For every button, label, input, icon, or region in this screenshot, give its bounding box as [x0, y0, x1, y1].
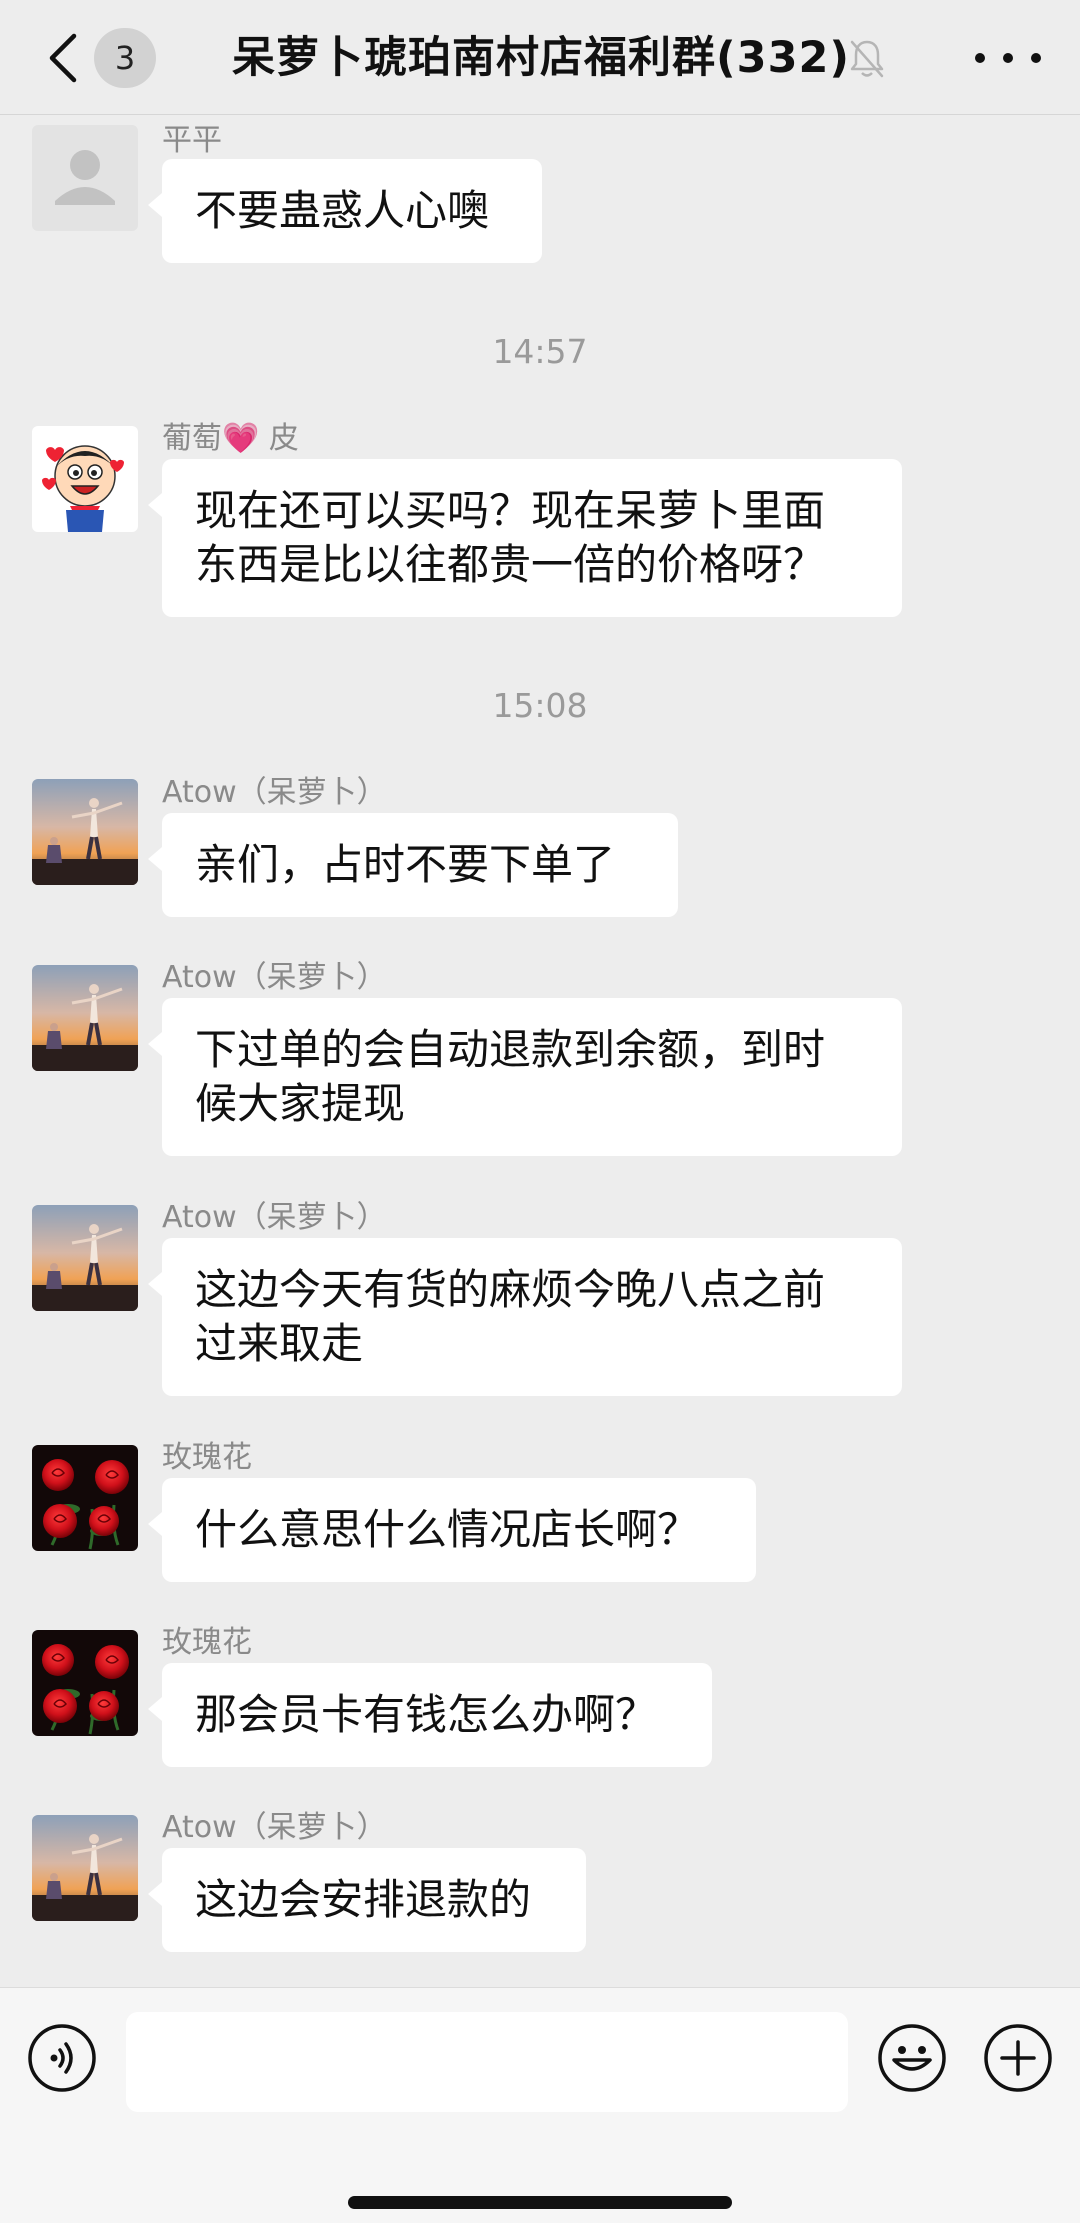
red-roses-photo — [32, 1630, 138, 1736]
more-options-icon[interactable] — [966, 40, 1050, 76]
sender-name: Atow（呆萝卜） — [162, 1810, 387, 1845]
avatar[interactable] — [32, 965, 138, 1071]
sunset-child-photo — [32, 779, 138, 885]
chat-message-list[interactable]: 平平 不要蛊惑人心噢 14:57 葡萄💗 皮 现在还可以买吗？现在呆萝卜里面 东… — [0, 115, 1080, 1985]
heart-emoji: 💗 — [222, 421, 260, 456]
sender-name: 平平 — [162, 123, 222, 158]
message-bubble[interactable]: 下过单的会自动退款到余额，到时 候大家提现 — [148, 998, 902, 1156]
message-bubble[interactable]: 那会员卡有钱怎么办啊？ — [148, 1663, 712, 1767]
emoji-icon[interactable] — [876, 2022, 948, 2094]
sunset-child-photo — [32, 1205, 138, 1311]
sender-name: Atow（呆萝卜） — [162, 1200, 387, 1235]
sender-name: Atow（呆萝卜） — [162, 775, 387, 810]
message-text: 什么意思什么情况店长啊？ — [195, 1505, 700, 1554]
plus-icon[interactable] — [982, 2022, 1054, 2094]
message-text: 不要蛊惑人心噢 — [195, 186, 490, 235]
back-arrow-icon[interactable] — [44, 30, 84, 86]
avatar[interactable] — [32, 125, 138, 231]
timestamp: 15:08 — [492, 686, 588, 725]
sunset-child-photo — [32, 1815, 138, 1921]
avatar[interactable] — [32, 1205, 138, 1311]
message-bubble[interactable]: 什么意思什么情况店长啊？ — [148, 1478, 756, 1582]
message-bubble[interactable]: 现在还可以买吗？现在呆萝卜里面 东西是比以往都贵一倍的价格呀？ — [148, 459, 902, 617]
avatar[interactable] — [32, 1630, 138, 1736]
avatar[interactable] — [32, 426, 138, 532]
home-indicator — [348, 2196, 732, 2209]
chat-header: 3 呆萝卜琥珀南村店福利群(332) — [0, 0, 1080, 115]
default-person-icon — [32, 125, 138, 231]
message-text: 这边会安排退款的 — [195, 1875, 532, 1924]
message-text: 亲们，占时不要下单了 — [195, 840, 616, 889]
mute-bell-icon — [850, 40, 884, 78]
avatar[interactable] — [32, 1815, 138, 1921]
message-text-line: 这边今天有货的麻烦今晚八点之前 — [195, 1265, 826, 1314]
group-chat-title: 呆萝卜琥珀南村店福利群(332) — [232, 33, 851, 83]
voice-icon[interactable] — [26, 2022, 98, 2094]
message-text-line: 东西是比以往都贵一倍的价格呀？ — [195, 540, 826, 589]
unread-count-badge[interactable]: 3 — [94, 28, 156, 88]
sender-name: 葡萄💗 皮 — [162, 421, 299, 456]
red-roses-photo — [32, 1445, 138, 1551]
message-bubble[interactable]: 亲们，占时不要下单了 — [148, 813, 678, 917]
avatar[interactable] — [32, 1445, 138, 1551]
message-input[interactable] — [126, 2012, 848, 2112]
message-bubble[interactable]: 这边今天有货的麻烦今晚八点之前 过来取走 — [148, 1238, 902, 1396]
sender-name: 玫瑰花 — [162, 1440, 252, 1475]
message-text-line: 现在还可以买吗？现在呆萝卜里面 — [195, 486, 826, 535]
message-bubble[interactable]: 这边会安排退款的 — [148, 1848, 586, 1952]
message-text-line: 下过单的会自动退款到余额，到时 — [195, 1025, 826, 1074]
sender-name: 玫瑰花 — [162, 1625, 252, 1660]
message-text: 那会员卡有钱怎么办啊？ — [195, 1690, 658, 1739]
message-input-bar — [0, 1987, 1080, 2223]
message-text-line: 候大家提现 — [195, 1079, 406, 1128]
avatar[interactable] — [32, 779, 138, 885]
sunset-child-photo — [32, 965, 138, 1071]
timestamp: 14:57 — [492, 332, 588, 371]
message-text-line: 过来取走 — [195, 1319, 364, 1368]
cartoon-boy-avatar — [32, 426, 138, 532]
message-bubble[interactable]: 不要蛊惑人心噢 — [148, 159, 542, 263]
sender-name: Atow（呆萝卜） — [162, 960, 387, 995]
